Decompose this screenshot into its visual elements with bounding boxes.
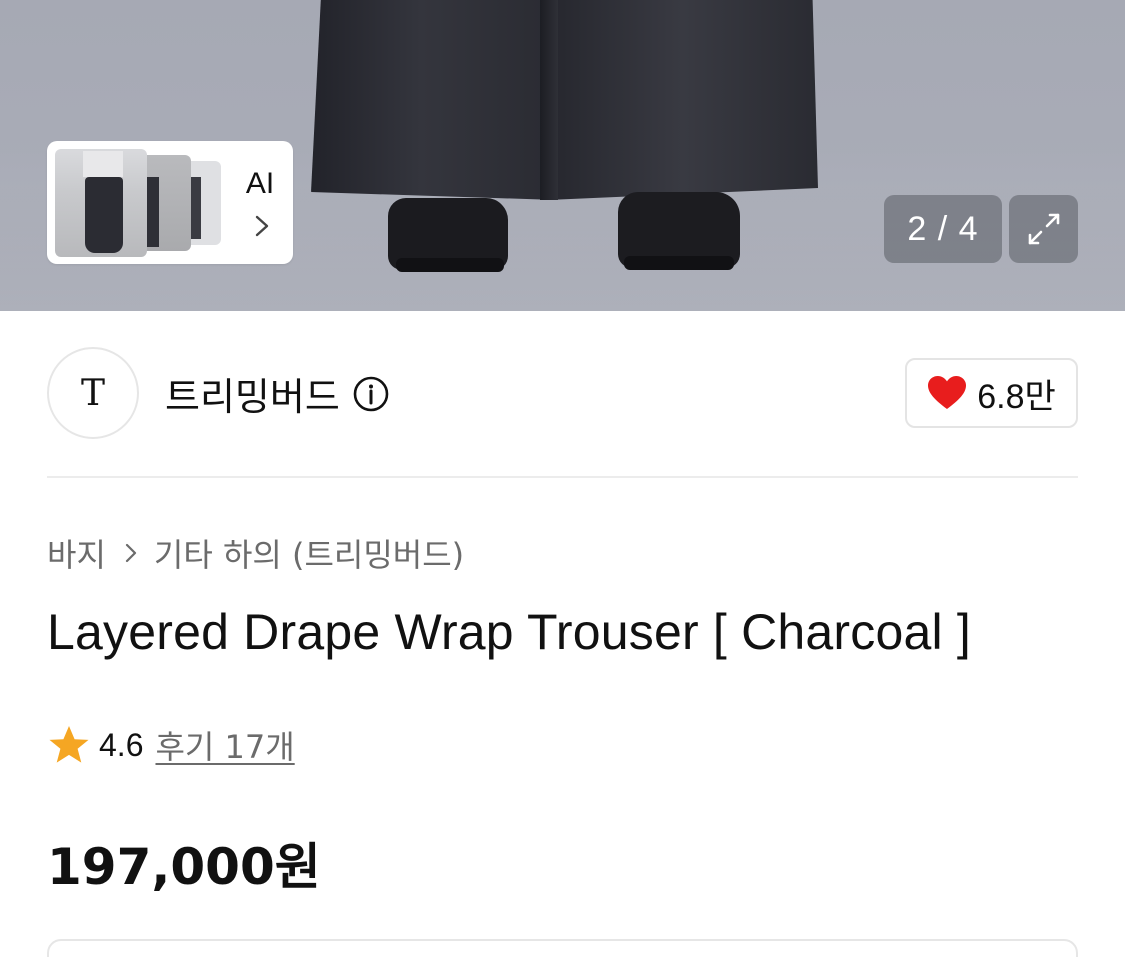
brand-logo-text: T xyxy=(80,372,105,414)
product-photo-trouser-fold xyxy=(540,0,558,200)
chevron-right-icon xyxy=(255,215,269,237)
like-count: 6.8만 xyxy=(977,377,1056,416)
breadcrumb-item-subcategory[interactable]: 기타 하의 (트리밍버드) xyxy=(154,530,464,576)
info-card xyxy=(47,939,1078,957)
expand-arrows-icon xyxy=(1028,213,1059,245)
ai-label: AI xyxy=(245,167,275,200)
brand-name-link[interactable]: 트리밍버드 xyxy=(165,366,340,421)
product-title: Layered Drape Wrap Trouser [ Charcoal ] xyxy=(47,604,971,660)
chevron-right-icon xyxy=(125,543,136,563)
product-price: 197,000원 xyxy=(47,838,321,896)
heart-icon xyxy=(928,376,967,409)
image-counter: 2 / 4 xyxy=(884,195,1002,263)
like-button[interactable]: 6.8만 xyxy=(905,358,1078,428)
product-photo-sole-right xyxy=(624,256,734,270)
ai-thumbnail-1 xyxy=(55,149,147,257)
rating-row: 4.6 후기 17개 xyxy=(47,722,295,768)
section-divider xyxy=(47,476,1078,478)
brand-logo[interactable]: T xyxy=(47,347,139,439)
ai-similar-products-button[interactable]: AI xyxy=(47,141,293,264)
breadcrumb: 바지 기타 하의 (트리밍버드) xyxy=(47,530,464,576)
product-photo-trouser-right xyxy=(548,0,818,200)
product-detail-page: AI 2 / 4 T 트리밍버드 6.8만 바지 기타 하의 (트리밍버드) L… xyxy=(0,0,1125,957)
product-photo-trouser-left xyxy=(311,0,556,200)
info-circle-icon[interactable] xyxy=(352,375,390,413)
star-icon xyxy=(49,726,89,763)
breadcrumb-item-category[interactable]: 바지 xyxy=(47,530,106,576)
review-count-link[interactable]: 후기 17개 xyxy=(155,722,294,768)
product-photo-sole-left xyxy=(396,258,504,272)
product-image-carousel[interactable]: AI 2 / 4 xyxy=(0,0,1125,311)
expand-image-button[interactable] xyxy=(1009,195,1078,263)
rating-value: 4.6 xyxy=(99,726,144,763)
